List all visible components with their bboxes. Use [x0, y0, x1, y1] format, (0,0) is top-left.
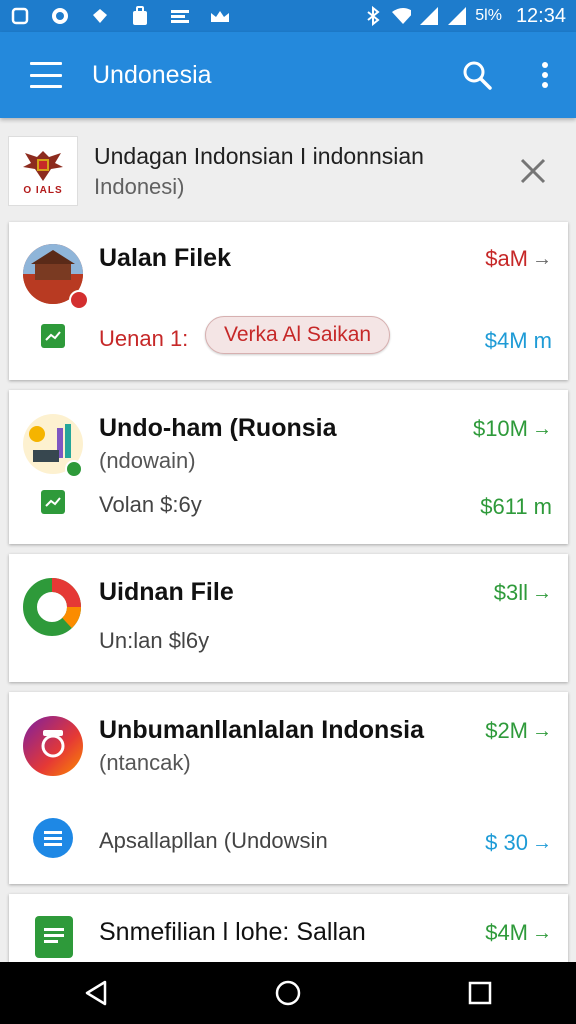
document-icon — [35, 916, 73, 958]
card-subtitle: (ndowain) — [99, 448, 196, 473]
clock: 12:34 — [515, 4, 566, 27]
price-bottom: $611 m — [480, 494, 552, 519]
card-subtitle: (ntancak) — [99, 750, 191, 775]
list-card[interactable]: Uidnan File $3ll → Un:lan $l6y — [9, 554, 568, 682]
card-title: Unbumanllanlalan Indonsia — [99, 716, 425, 744]
notification-square-icon — [10, 6, 30, 26]
donut-chart-icon — [23, 578, 81, 636]
arrow-right-icon: → — [532, 581, 552, 604]
chart-icon — [41, 324, 65, 348]
hamburger-menu-icon[interactable] — [30, 62, 62, 88]
notification-crown-icon — [210, 6, 230, 26]
price-value: $10M — [472, 416, 528, 441]
row-text: Un:lan $l6y — [99, 628, 210, 653]
row-text: Apsallapllan (Undowsin — [99, 828, 328, 853]
arrow-right-icon: → — [532, 831, 552, 854]
arrow-right-icon: → — [532, 247, 552, 270]
camera-avatar-icon — [23, 716, 83, 776]
price-bottom[interactable]: $ 30 → — [485, 830, 552, 856]
price-value: $3ll — [493, 580, 528, 605]
banner-subtitle: Indonesi) — [94, 173, 185, 199]
recents-icon[interactable] — [460, 973, 500, 1013]
notification-bag-icon — [130, 6, 150, 26]
status-chip[interactable]: Verka Al Saikan — [205, 316, 391, 354]
list-card[interactable]: Ualan Filek $aM → Uenan 1: Verka Al Saik… — [9, 222, 568, 380]
signal-icon — [419, 6, 439, 26]
list-icon — [33, 818, 73, 858]
notification-circle-icon — [50, 6, 70, 26]
green-badge-icon — [65, 460, 83, 478]
list-card[interactable]: Undo-ham (Ruonsia (ndowain) $10M → Volan… — [9, 390, 568, 544]
card-title: Undo-ham (Ruonsia — [99, 414, 337, 442]
price-value: $ 30 — [485, 830, 528, 855]
signal-icon-2 — [447, 6, 467, 26]
arrow-right-icon: → — [532, 719, 552, 742]
price-top[interactable]: $aM → — [485, 246, 552, 272]
system-nav-bar — [0, 962, 576, 1024]
price-value: $4M — [485, 920, 528, 945]
price-value: $aM — [485, 246, 528, 271]
notification-app-icon — [90, 6, 110, 26]
row-label: Uenan 1: — [99, 326, 189, 351]
row-text: Volan $:6y — [99, 492, 202, 517]
card-title: Uidnan File — [99, 578, 234, 606]
card-title: Snmefilian l lohe: Sallan — [99, 918, 366, 946]
back-icon[interactable] — [76, 973, 116, 1013]
close-icon[interactable] — [516, 154, 550, 188]
logo-text: O IALS — [23, 184, 63, 196]
app-bar: Undonesia — [0, 32, 576, 118]
price-bottom: $4M m — [484, 328, 552, 353]
price-top[interactable]: $2M → — [485, 718, 552, 744]
price-top[interactable]: $10M → — [473, 416, 552, 442]
arrow-right-icon: → — [532, 417, 552, 440]
search-icon[interactable] — [460, 58, 494, 92]
status-bar: 5l% 12:34 — [0, 0, 576, 32]
chart-icon — [41, 490, 65, 514]
wifi-icon — [391, 6, 412, 26]
arrow-right-icon: → — [532, 921, 552, 944]
notification-list-icon — [170, 6, 190, 26]
garuda-logo: O IALS — [8, 136, 78, 206]
banner[interactable]: O IALS Undagan Indonsian I indonnsian In… — [8, 134, 568, 208]
overflow-menu-icon[interactable] — [528, 58, 562, 92]
list-card[interactable]: Unbumanllanlalan Indonsia (ntancak) $2M … — [9, 692, 568, 884]
red-badge-icon — [69, 290, 89, 310]
price-value: $2M — [485, 718, 528, 743]
price-top[interactable]: $4M → — [485, 920, 552, 946]
bluetooth-icon — [363, 6, 383, 26]
app-title: Undonesia — [92, 60, 212, 89]
card-title: Ualan Filek — [99, 244, 231, 272]
price-top[interactable]: $3ll → — [494, 580, 552, 606]
battery-percent: 5l% — [475, 7, 502, 24]
banner-title: Undagan Indonsian I indonnsian — [94, 142, 424, 169]
home-icon[interactable] — [268, 973, 308, 1013]
